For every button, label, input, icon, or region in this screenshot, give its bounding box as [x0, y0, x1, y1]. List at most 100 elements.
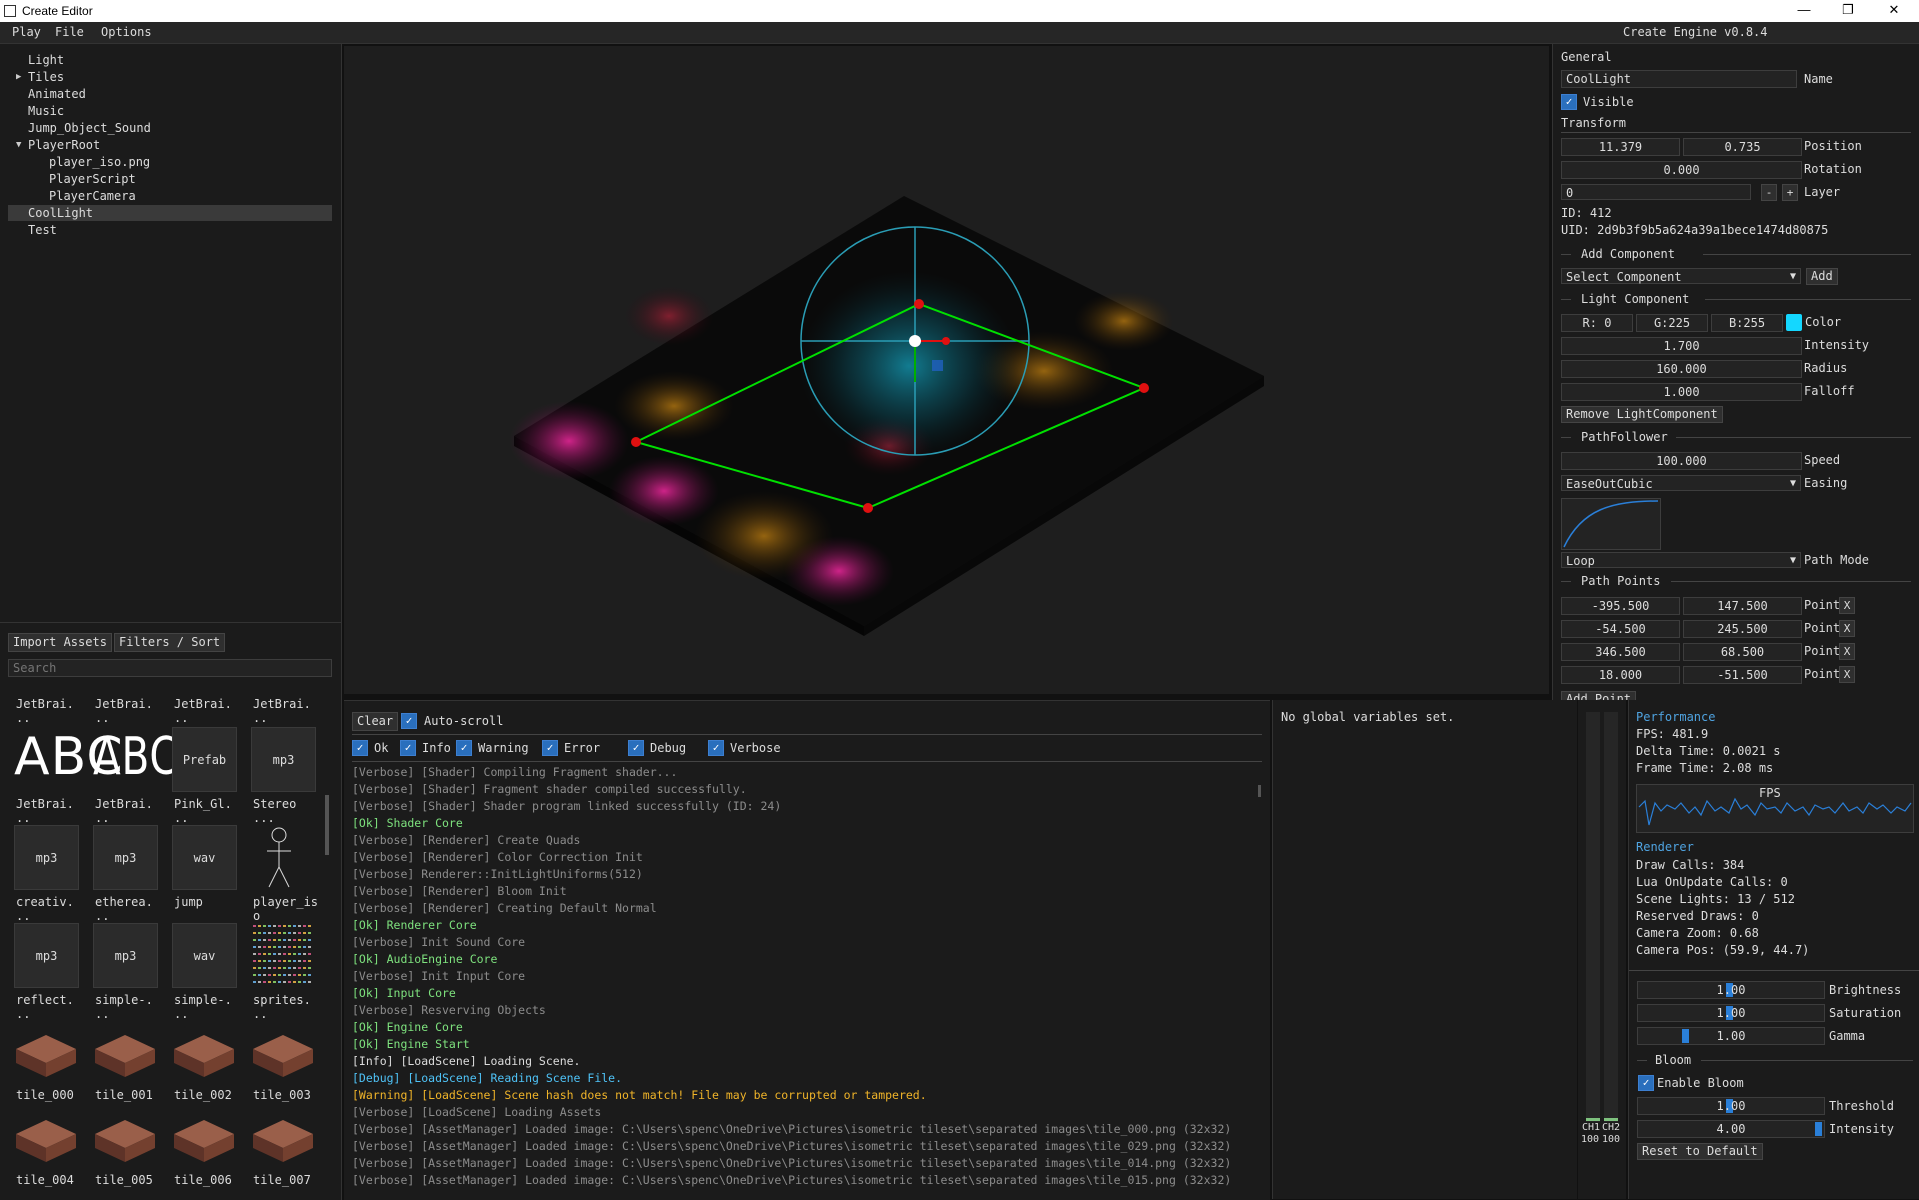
path-node[interactable] — [1139, 383, 1149, 393]
hierarchy-item[interactable]: PlayerCamera — [49, 188, 136, 204]
radius-field[interactable]: 160.000 — [1561, 360, 1802, 378]
name-field[interactable] — [1561, 70, 1797, 88]
asset-item[interactable] — [14, 1021, 79, 1086]
asset-item[interactable]: wav — [172, 923, 237, 988]
layer-increment-button[interactable]: + — [1782, 184, 1798, 201]
hierarchy-item[interactable]: PlayerScript — [49, 171, 136, 187]
color-b-field[interactable]: B:255 — [1711, 314, 1783, 332]
asset-item[interactable] — [251, 1021, 316, 1086]
menu-file[interactable]: File — [55, 25, 84, 39]
remove-point-button[interactable]: X — [1839, 666, 1855, 683]
enable-bloom-checkbox[interactable]: ✓ — [1638, 1075, 1654, 1091]
point-y-field[interactable]: 68.500 — [1683, 643, 1802, 661]
menu-options[interactable]: Options — [101, 25, 152, 39]
asset-item[interactable]: wav — [172, 825, 237, 890]
point-x-field[interactable]: -54.500 — [1561, 620, 1680, 638]
falloff-field[interactable]: 1.000 — [1561, 383, 1802, 401]
point-x-field[interactable]: 346.500 — [1561, 643, 1680, 661]
filter-warning-checkbox[interactable]: ✓ — [456, 740, 472, 756]
layer-decrement-button[interactable]: - — [1761, 184, 1777, 201]
remove-point-button[interactable]: X — [1839, 643, 1855, 660]
asset-item[interactable] — [251, 1106, 316, 1171]
expand-arrow-icon[interactable]: ▶ — [16, 69, 21, 85]
path-mode-dropdown[interactable]: Loop ▼ — [1561, 552, 1801, 568]
threshold-slider[interactable]: 1.00 — [1637, 1097, 1825, 1115]
color-g-field[interactable]: G:225 — [1636, 314, 1708, 332]
bloom-intensity-slider[interactable]: 4.00 — [1637, 1120, 1825, 1138]
restore-icon[interactable]: ❐ — [1838, 2, 1858, 20]
filter-debug-checkbox[interactable]: ✓ — [628, 740, 644, 756]
gizmo-plane-handle[interactable] — [932, 360, 943, 371]
hierarchy-item[interactable]: Music — [28, 103, 64, 119]
select-component-dropdown[interactable]: Select Component ▼ — [1561, 268, 1801, 284]
remove-point-button[interactable]: X — [1839, 620, 1855, 637]
minimize-icon[interactable]: — — [1794, 2, 1814, 20]
hierarchy-item[interactable]: ▼ PlayerRoot — [16, 137, 100, 153]
asset-item[interactable] — [172, 1106, 237, 1171]
hierarchy-item[interactable]: Test — [28, 222, 57, 238]
asset-item[interactable]: Prefab — [172, 727, 237, 792]
position-x-field[interactable]: 11.379 — [1561, 138, 1680, 156]
asset-scrollbar[interactable] — [325, 795, 329, 855]
asset-item[interactable]: mp3 — [93, 923, 158, 988]
gamma-slider[interactable]: 1.00 — [1637, 1027, 1825, 1045]
asset-item[interactable]: mp3 — [251, 727, 316, 792]
point-y-field[interactable]: 147.500 — [1683, 597, 1802, 615]
close-icon[interactable]: ✕ — [1884, 2, 1904, 20]
collapse-arrow-icon[interactable]: ▼ — [16, 137, 21, 153]
asset-item[interactable]: mp3 — [93, 825, 158, 890]
hierarchy-item[interactable]: Light — [28, 52, 64, 68]
asset-item[interactable]: ABC — [14, 727, 123, 792]
path-node[interactable] — [863, 503, 873, 513]
asset-item[interactable]: mp3 — [14, 825, 79, 890]
filters-sort-button[interactable]: Filters / Sort — [114, 633, 226, 652]
asset-item[interactable] — [14, 1106, 79, 1171]
easing-dropdown[interactable]: EaseOutCubic ▼ — [1561, 475, 1801, 491]
scene-viewport[interactable] — [344, 46, 1549, 694]
filter-info-checkbox[interactable]: ✓ — [400, 740, 416, 756]
point-x-field[interactable]: -395.500 — [1561, 597, 1680, 615]
menu-play[interactable]: Play — [12, 25, 41, 39]
color-r-field[interactable]: R: 0 — [1561, 314, 1633, 332]
point-x-field[interactable]: 18.000 — [1561, 666, 1680, 684]
add-component-button[interactable]: Add — [1806, 268, 1838, 285]
color-swatch[interactable] — [1786, 314, 1802, 331]
asset-item[interactable] — [251, 825, 316, 890]
visible-checkbox[interactable]: ✓ — [1561, 94, 1577, 110]
intensity-field[interactable]: 1.700 — [1561, 337, 1802, 355]
speed-field[interactable]: 100.000 — [1561, 452, 1802, 470]
clear-console-button[interactable]: Clear — [352, 712, 399, 731]
filter-verbose-checkbox[interactable]: ✓ — [708, 740, 724, 756]
console-scrollbar[interactable] — [1258, 785, 1261, 797]
path-node[interactable] — [631, 437, 641, 447]
hierarchy-item[interactable]: player_iso.png — [49, 154, 150, 170]
import-assets-button[interactable]: Import Assets — [8, 633, 112, 652]
light-gizmo-handle[interactable] — [909, 335, 921, 347]
hierarchy-item[interactable]: CoolLight — [8, 205, 332, 221]
asset-item[interactable] — [93, 1106, 158, 1171]
path-node[interactable] — [914, 299, 924, 309]
point-y-field[interactable]: 245.500 — [1683, 620, 1802, 638]
asset-item[interactable]: mp3 — [14, 923, 79, 988]
reset-to-default-button[interactable]: Reset to Default — [1637, 1143, 1763, 1160]
asset-item[interactable]: ABC — [93, 727, 178, 792]
remove-light-component-button[interactable]: Remove LightComponent — [1561, 406, 1723, 423]
filter-error-checkbox[interactable]: ✓ — [542, 740, 558, 756]
position-y-field[interactable]: 0.735 — [1683, 138, 1802, 156]
add-point-button[interactable]: Add Point — [1561, 691, 1637, 700]
hierarchy-item[interactable]: Jump_Object_Sound — [28, 120, 151, 136]
filter-ok-checkbox[interactable]: ✓ — [352, 740, 368, 756]
asset-item[interactable] — [93, 1021, 158, 1086]
hierarchy-item[interactable]: Animated — [28, 86, 86, 102]
asset-search-input[interactable] — [8, 659, 332, 677]
asset-item[interactable] — [172, 1021, 237, 1086]
point-y-field[interactable]: -51.500 — [1683, 666, 1802, 684]
autoscroll-checkbox[interactable]: ✓ — [401, 713, 417, 729]
brightness-slider[interactable]: 1.00 — [1637, 981, 1825, 999]
rotation-field[interactable]: 0.000 — [1561, 161, 1802, 179]
saturation-slider[interactable]: 1.00 — [1637, 1004, 1825, 1022]
asset-item[interactable] — [251, 923, 316, 988]
layer-field[interactable]: 0 — [1561, 184, 1751, 200]
hierarchy-item[interactable]: ▶ Tiles — [16, 69, 64, 85]
remove-point-button[interactable]: X — [1839, 597, 1855, 614]
